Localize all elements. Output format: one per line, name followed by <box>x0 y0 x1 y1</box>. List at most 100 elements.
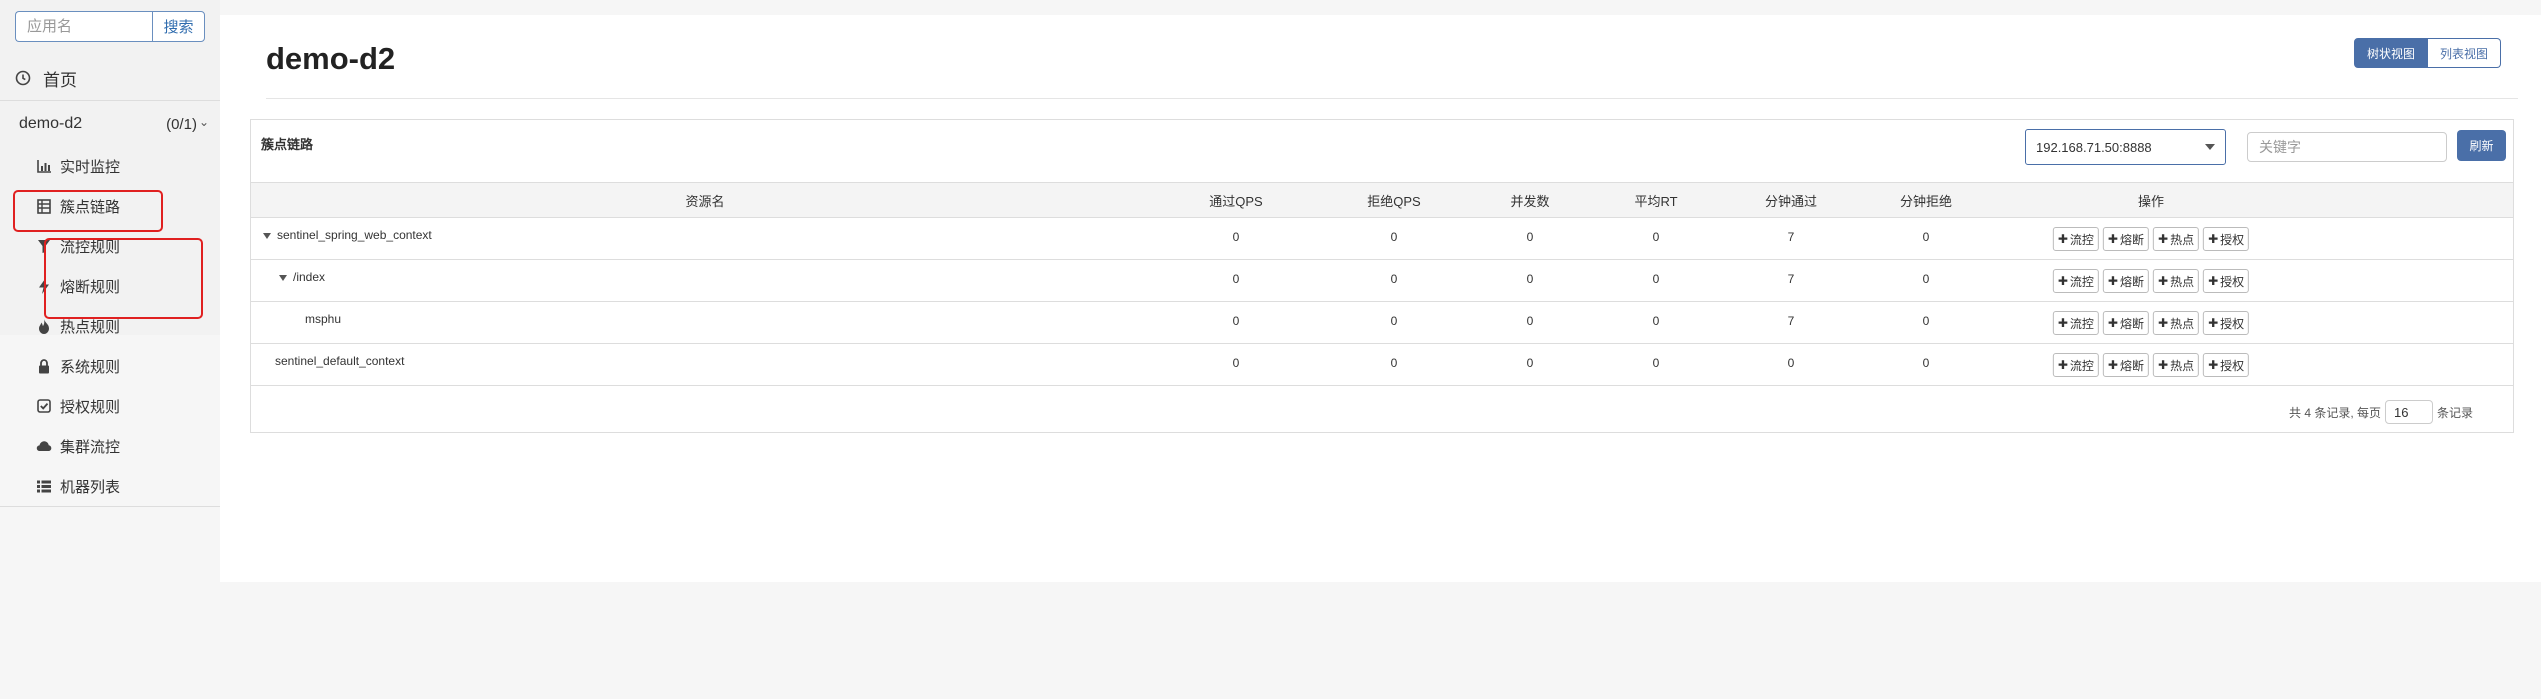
sidebar-item-cluster-flow[interactable]: 集群流控 <box>36 433 120 459</box>
app-menu-toggle[interactable]: demo-d2 (0/1) ⌄ <box>19 111 209 137</box>
avg-rt: 0 <box>1652 314 1660 328</box>
action-label: 热点 <box>2170 232 2195 247</box>
action-label: 熔断 <box>2119 316 2144 331</box>
plus-icon: ✚ <box>2057 316 2068 330</box>
row-actions: ✚ 流控 ✚ 熔断 ✚ 热点 ✚ 授权 <box>2052 227 2250 251</box>
list-view-button[interactable]: 列表视图 <box>2428 38 2502 68</box>
sidebar-item-auth-rules[interactable]: 授权规则 <box>36 393 120 419</box>
action-label: 熔断 <box>2119 232 2144 247</box>
column-header: 资源名 <box>685 193 725 209</box>
resource-cell: sentinel_default_context <box>275 354 404 368</box>
add-degrade-rule-button[interactable]: ✚ 熔断 <box>2102 269 2149 293</box>
block-qps: 0 <box>1390 356 1398 370</box>
resource-panel: 簇点链路 192.168.71.50:8888 关键字 刷新 资源名 通过QPS… <box>250 119 2514 433</box>
resource-name: /index <box>293 270 326 284</box>
caret-down-icon <box>2205 144 2215 150</box>
app-search-input[interactable] <box>15 11 152 42</box>
action-label: 热点 <box>2170 274 2195 289</box>
highlight-box-nav <box>13 190 163 232</box>
threads: 0 <box>1526 314 1534 328</box>
action-label: 流控 <box>2069 316 2094 331</box>
add-flow-rule-button[interactable]: ✚ 流控 <box>2052 311 2099 335</box>
main-content: demo-d2 树状视图 列表视图 簇点链路 192.168.71.50:888… <box>220 15 2541 582</box>
add-hotspot-rule-button[interactable]: ✚ 热点 <box>2153 311 2200 335</box>
add-auth-rule-button[interactable]: ✚ 授权 <box>2203 269 2250 293</box>
add-auth-rule-button[interactable]: ✚ 授权 <box>2203 311 2250 335</box>
add-degrade-rule-button[interactable]: ✚ 熔断 <box>2102 311 2149 335</box>
view-toggle: 树状视图 列表视图 <box>2354 38 2502 68</box>
pagination: 共 4 条记录, 每页 16 条记录 <box>2289 400 2473 424</box>
add-auth-rule-button[interactable]: ✚ 授权 <box>2203 227 2250 251</box>
list-icon <box>36 478 52 494</box>
plus-icon: ✚ <box>2208 274 2219 288</box>
page-title: demo-d2 <box>266 41 396 76</box>
sidebar-divider <box>0 506 220 507</box>
keyword-input[interactable]: 关键字 <box>2247 132 2447 162</box>
panel-title: 簇点链路 <box>261 137 314 152</box>
resource-cell: /index <box>279 270 325 284</box>
tree-view-button[interactable]: 树状视图 <box>2354 38 2429 68</box>
threads: 0 <box>1526 356 1534 370</box>
plus-icon: ✚ <box>2057 274 2068 288</box>
threads: 0 <box>1526 230 1534 244</box>
add-degrade-rule-button[interactable]: ✚ 熔断 <box>2102 353 2149 377</box>
minute-pass: 7 <box>1787 230 1795 244</box>
highlight-box-rows <box>44 238 203 319</box>
action-label: 授权 <box>2220 274 2245 289</box>
block-qps: 0 <box>1390 230 1398 244</box>
block-qps: 0 <box>1390 314 1398 328</box>
page-size-input[interactable]: 16 <box>2385 400 2434 424</box>
avg-rt: 0 <box>1652 230 1660 244</box>
nav-home-label: 首页 <box>43 70 77 90</box>
add-hotspot-rule-button[interactable]: ✚ 热点 <box>2153 269 2200 293</box>
avg-rt: 0 <box>1652 356 1660 370</box>
sidebar-item-realtime-monitor[interactable]: 实时监控 <box>36 153 120 179</box>
app-search-button[interactable]: 搜索 <box>152 11 205 42</box>
pass-qps: 0 <box>1232 272 1240 286</box>
pass-qps: 0 <box>1232 356 1240 370</box>
action-label: 熔断 <box>2119 274 2144 289</box>
resource-name: sentinel_default_context <box>275 354 405 368</box>
machine-select[interactable]: 192.168.71.50:8888 <box>2025 129 2226 165</box>
table-row: /index 0 0 0 0 7 0 ✚ 流控 ✚ 熔断 ✚ 热点 ✚ 授权 <box>251 260 2513 302</box>
plus-icon: ✚ <box>2107 316 2118 330</box>
row-actions: ✚ 流控 ✚ 熔断 ✚ 热点 ✚ 授权 <box>2052 269 2250 293</box>
sidebar-lower <box>0 335 220 699</box>
resource-cell: sentinel_spring_web_context <box>263 228 432 242</box>
add-flow-rule-button[interactable]: ✚ 流控 <box>2052 227 2099 251</box>
add-hotspot-rule-button[interactable]: ✚ 热点 <box>2153 227 2200 251</box>
chevron-down-icon: ⌄ <box>198 115 209 129</box>
expand-triangle-icon[interactable] <box>263 233 271 239</box>
sidebar: 搜索 首页 demo-d2 (0/1) ⌄ 实时监控 簇点链路 流控规则 <box>0 0 220 699</box>
table-header: 资源名 通过QPS 拒绝QPS 并发数 平均RT 分钟通过 分钟拒绝 操作 <box>251 182 2513 218</box>
add-flow-rule-button[interactable]: ✚ 流控 <box>2052 269 2099 293</box>
clock-icon <box>15 70 31 86</box>
row-actions: ✚ 流控 ✚ 熔断 ✚ 热点 ✚ 授权 <box>2052 311 2250 335</box>
nav-home[interactable]: 首页 <box>15 64 77 92</box>
sidebar-item-label: 机器列表 <box>60 478 121 496</box>
title-divider <box>266 98 2518 99</box>
add-degrade-rule-button[interactable]: ✚ 熔断 <box>2102 227 2149 251</box>
add-auth-rule-button[interactable]: ✚ 授权 <box>2203 353 2250 377</box>
table-row: sentinel_spring_web_context 0 0 0 0 7 0 … <box>251 218 2513 260</box>
column-header: 通过QPS <box>1209 193 1263 209</box>
sidebar-item-system-rules[interactable]: 系统规则 <box>36 353 120 379</box>
sidebar-divider <box>0 100 220 101</box>
action-label: 热点 <box>2170 316 2195 331</box>
refresh-button[interactable]: 刷新 <box>2457 130 2506 161</box>
plus-icon: ✚ <box>2158 316 2169 330</box>
app-count-label: (0/1) <box>166 115 197 133</box>
action-label: 热点 <box>2170 358 2195 373</box>
column-header: 分钟拒绝 <box>1899 193 1953 209</box>
column-header: 拒绝QPS <box>1367 193 1421 209</box>
plus-icon: ✚ <box>2158 358 2169 372</box>
minute-pass: 7 <box>1787 314 1795 328</box>
sidebar-item-machine-list[interactable]: 机器列表 <box>36 473 120 499</box>
expand-triangle-icon[interactable] <box>279 275 287 281</box>
add-flow-rule-button[interactable]: ✚ 流控 <box>2052 353 2099 377</box>
plus-icon: ✚ <box>2057 232 2068 246</box>
sidebar-item-label: 实时监控 <box>60 158 121 176</box>
plus-icon: ✚ <box>2158 232 2169 246</box>
plus-icon: ✚ <box>2208 232 2219 246</box>
add-hotspot-rule-button[interactable]: ✚ 热点 <box>2153 353 2200 377</box>
